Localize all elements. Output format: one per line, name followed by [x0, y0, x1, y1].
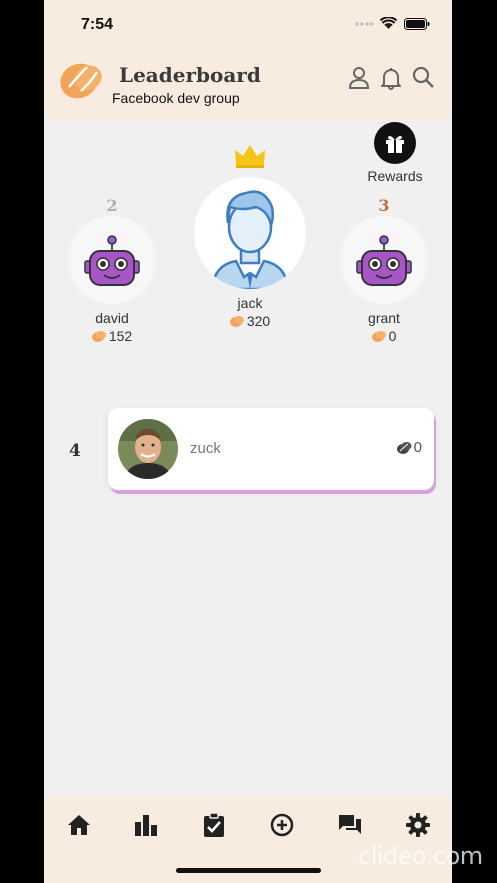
signal-icon — [355, 21, 373, 26]
list-item[interactable]: zuck 0 — [108, 408, 434, 490]
player-score: 0 — [338, 328, 430, 344]
player-name: david — [95, 310, 129, 326]
person-avatar-icon — [210, 190, 290, 289]
app-screen: 7:54 Leaderboard Facebook dev group Rewa… — [44, 0, 452, 883]
rewards-label: Rewards — [367, 168, 423, 184]
tasks-tab-icon[interactable] — [201, 812, 227, 838]
score-value: 0 — [413, 439, 422, 456]
battery-icon — [404, 17, 430, 30]
player-name: zuck — [190, 440, 221, 457]
settings-tab-icon[interactable] — [405, 812, 431, 838]
player-name: jack — [237, 295, 263, 311]
wifi-icon — [380, 17, 397, 29]
gift-icon — [374, 122, 416, 164]
group-name: Facebook dev group — [112, 90, 240, 106]
watermark: clideo.com — [358, 842, 483, 870]
avatar — [68, 216, 156, 304]
coffee-bean-icon — [229, 316, 244, 327]
status-bar: 7:54 — [44, 0, 452, 52]
status-icons — [355, 17, 430, 30]
coffee-bean-icon — [91, 331, 106, 342]
app-header: Leaderboard Facebook dev group — [44, 52, 452, 120]
podium-first[interactable]: jack 320 — [192, 143, 308, 329]
rewards-button[interactable]: Rewards — [365, 122, 425, 184]
score-value: 0 — [388, 328, 397, 344]
score-value: 152 — [108, 328, 133, 344]
list-rank: 4 — [69, 441, 81, 461]
podium-third[interactable]: 3 grant 0 — [338, 196, 430, 344]
avatar — [194, 177, 306, 289]
robot-icon — [356, 235, 412, 286]
header-actions — [348, 66, 434, 90]
robot-icon — [84, 235, 140, 286]
avatar — [118, 419, 178, 479]
person-photo-icon — [118, 419, 178, 479]
score-value: 320 — [246, 313, 271, 329]
player-score: 152 — [66, 328, 158, 344]
home-tab-icon[interactable] — [66, 812, 92, 838]
search-icon[interactable] — [412, 66, 434, 90]
bell-icon[interactable] — [380, 66, 402, 90]
player-score: 0 — [396, 439, 422, 456]
player-name: grant — [368, 310, 400, 326]
player-score: 320 — [192, 313, 308, 329]
leaderboard-tab-icon[interactable] — [133, 812, 159, 838]
rank-number: 3 — [378, 196, 390, 215]
home-indicator — [176, 868, 321, 873]
rank-number: 2 — [106, 196, 118, 215]
page-title: Leaderboard — [119, 63, 261, 87]
crown-icon — [235, 145, 265, 168]
podium-second[interactable]: 2 david 152 — [66, 196, 158, 344]
add-tab-icon[interactable] — [269, 812, 295, 838]
profile-icon[interactable] — [348, 66, 370, 90]
coffee-bean-icon — [396, 442, 412, 454]
avatar — [340, 216, 428, 304]
chat-tab-icon[interactable] — [337, 812, 363, 838]
status-time: 7:54 — [81, 16, 114, 33]
coffee-bean-logo — [60, 63, 102, 99]
coffee-bean-icon — [371, 331, 386, 342]
